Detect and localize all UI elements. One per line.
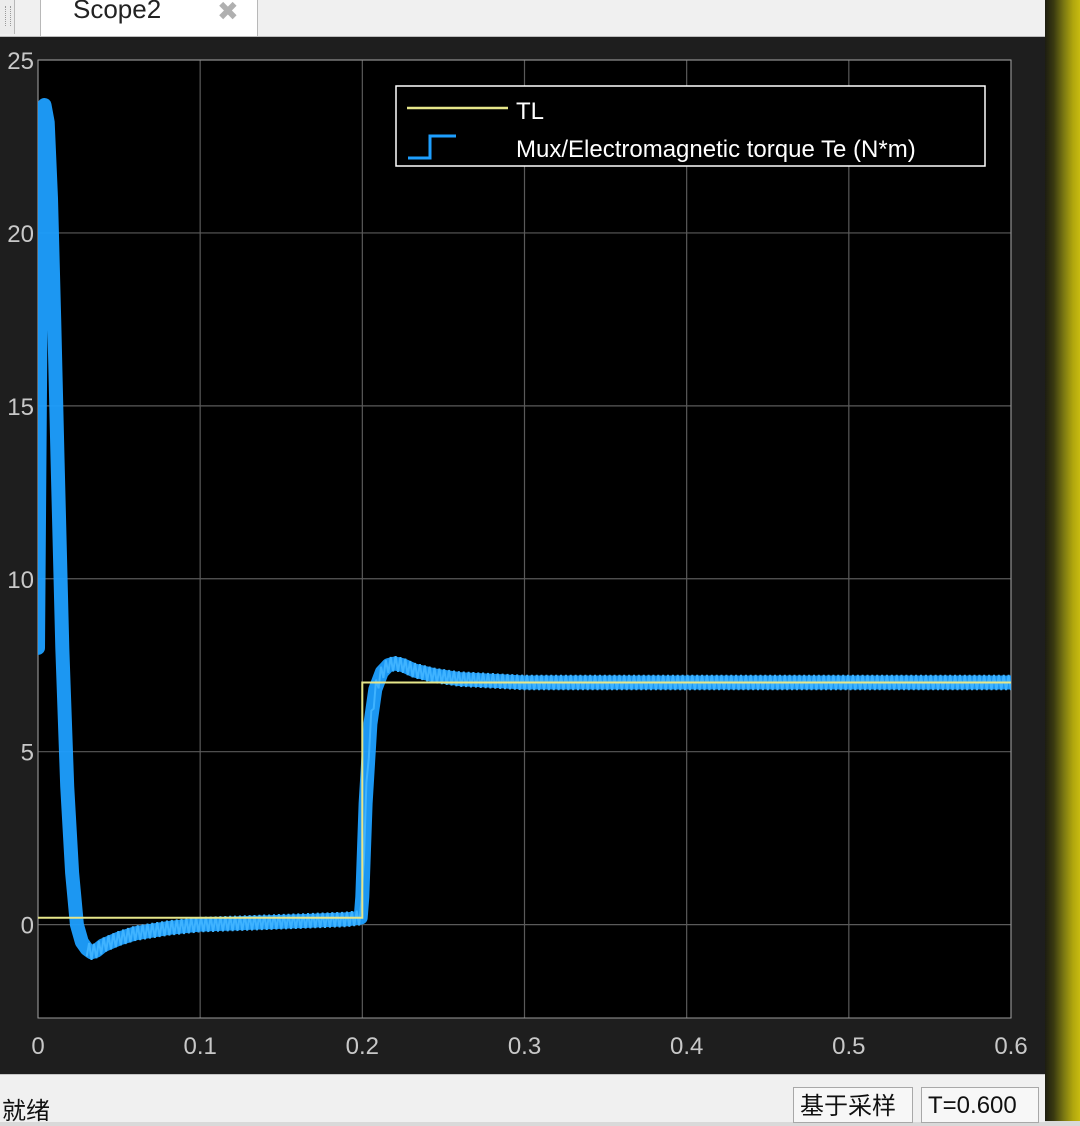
x-tick-label: 0.4 (670, 1033, 703, 1060)
status-bar: 就绪 基于采样 T=0.600 (0, 1074, 1045, 1125)
scope-window: Scope2 ✖ 0 0.1 0.2 0.3 0.4 0.5 0.6 0 5 10 15 20 25 TL… (0, 0, 1045, 1125)
y-tick-label: 5 (21, 740, 34, 767)
y-tick-label: 0 (21, 913, 34, 940)
x-tick-label: 0.2 (346, 1033, 379, 1060)
tab-scope2[interactable]: Scope2 ✖ (40, 0, 258, 36)
scope-chart[interactable]: 0 0.1 0.2 0.3 0.4 0.5 0.6 0 5 10 15 20 25 TL Mux/Elect… (0, 37, 1045, 1074)
tab-strip: Scope2 ✖ (0, 0, 1045, 37)
y-tick-label: 20 (7, 221, 34, 248)
background-window-edge (1045, 0, 1080, 1121)
scope-plot-area[interactable]: 0 0.1 0.2 0.3 0.4 0.5 0.6 0 5 10 15 20 25 TL Mux/Elect… (0, 37, 1045, 1074)
x-tick-label: 0.6 (994, 1033, 1027, 1060)
x-tick-label: 0.1 (183, 1033, 216, 1060)
status-sample-mode: 基于采样 (793, 1087, 913, 1123)
status-sim-time: T=0.600 (921, 1087, 1039, 1123)
legend-label-te: Mux/Electromagnetic torque Te (N*m) (516, 136, 916, 163)
y-tick-label: 25 (7, 48, 34, 75)
y-tick-label: 10 (7, 567, 34, 594)
x-tick-label: 0.5 (832, 1033, 865, 1060)
x-tick-label: 0.3 (508, 1033, 541, 1060)
y-tick-label: 15 (7, 394, 34, 421)
tab-strip-grip[interactable] (0, 0, 15, 34)
tab-label: Scope2 (73, 0, 162, 24)
legend-label-tl: TL (516, 98, 544, 125)
x-tick-label: 0 (31, 1033, 44, 1060)
close-icon[interactable]: ✖ (217, 0, 239, 27)
